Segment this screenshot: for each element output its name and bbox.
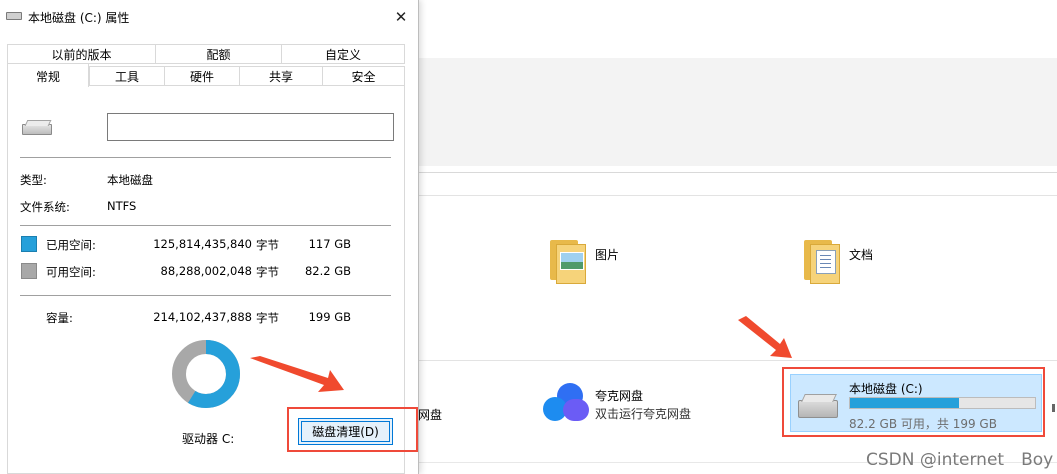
pictures-folder-icon[interactable] — [550, 240, 586, 284]
tab-quota[interactable]: 配额 — [155, 44, 282, 64]
divider — [418, 360, 1057, 361]
filesystem-label: 文件系统: — [20, 200, 70, 214]
annotation-arrow-icon — [250, 356, 344, 392]
capacity-size: 199 GB — [308, 310, 351, 324]
tab-sharing[interactable]: 共享 — [239, 66, 323, 86]
drive-icon — [6, 12, 22, 20]
tab-general[interactable]: 常规 — [7, 63, 89, 87]
titlebar[interactable]: 本地磁盘 (C:) 属性 ✕ — [0, 0, 418, 34]
free-space-label: 可用空间: — [46, 265, 96, 279]
tabs-row-bottom: 常规 工具 硬件 共享 安全 — [7, 63, 405, 87]
drive-name-input[interactable] — [107, 113, 394, 141]
divider — [20, 225, 391, 226]
tab-hardware[interactable]: 硬件 — [164, 66, 240, 86]
tab-previous-versions[interactable]: 以前的版本 — [7, 44, 156, 64]
filesystem-value: NTFS — [107, 199, 137, 213]
close-icon: ✕ — [394, 8, 408, 26]
highlight-box-drive — [782, 367, 1045, 437]
divider — [20, 157, 391, 158]
documents-folder-icon[interactable] — [804, 240, 840, 284]
disk-usage-donut — [172, 340, 240, 408]
capacity-unit: 字节 — [256, 311, 279, 325]
tab-security[interactable]: 安全 — [322, 66, 405, 86]
free-space-swatch — [21, 263, 37, 279]
used-space-unit: 字节 — [256, 238, 279, 252]
dialog-title: 本地磁盘 (C:) 属性 — [28, 11, 130, 25]
tab-tools[interactable]: 工具 — [89, 66, 165, 86]
cloud-drive-subtitle: 双击运行夸克网盘 — [595, 407, 692, 421]
used-space-bytes: 125,814,435,840 — [153, 237, 252, 251]
cloud-icon[interactable] — [543, 383, 589, 423]
used-space-size: 117 GB — [308, 237, 351, 251]
partial-drive-label[interactable]: 网盘 — [418, 406, 442, 423]
divider — [418, 172, 1057, 173]
tabs-row-top: 以前的版本 配额 自定义 — [7, 44, 405, 64]
free-space-unit: 字节 — [256, 265, 279, 279]
highlight-box-cleanup — [287, 407, 418, 452]
cloud-drive-title[interactable]: 夸克网盘 — [595, 387, 643, 404]
divider — [418, 195, 1057, 196]
divider — [20, 295, 391, 296]
capacity-label: 容量: — [46, 311, 73, 325]
tab-customize[interactable]: 自定义 — [281, 44, 405, 64]
drive-properties-dialog: 本地磁盘 (C:) 属性 ✕ 以前的版本 配额 自定义 常规 工具 硬件 共享 … — [0, 0, 419, 474]
used-space-label: 已用空间: — [46, 238, 96, 252]
used-space-swatch — [21, 236, 37, 252]
type-label: 类型: — [20, 173, 47, 187]
folder-label-pictures[interactable]: 图片 — [595, 246, 619, 263]
folder-label-documents[interactable]: 文档 — [849, 246, 873, 263]
drive-letter-label: 驱动器 C: — [182, 432, 235, 446]
hard-drive-icon — [22, 124, 52, 135]
more-indicator — [1052, 404, 1055, 412]
type-value: 本地磁盘 — [107, 173, 153, 187]
close-button[interactable]: ✕ — [388, 4, 414, 30]
free-space-size: 82.2 GB — [304, 264, 351, 278]
annotation-arrow-icon — [738, 316, 792, 358]
ribbon-area — [418, 58, 1057, 166]
free-space-bytes: 88,288,002,048 — [160, 264, 252, 278]
capacity-bytes: 214,102,437,888 — [153, 310, 252, 324]
watermark: CSDN @internet Boy — [866, 450, 1054, 470]
